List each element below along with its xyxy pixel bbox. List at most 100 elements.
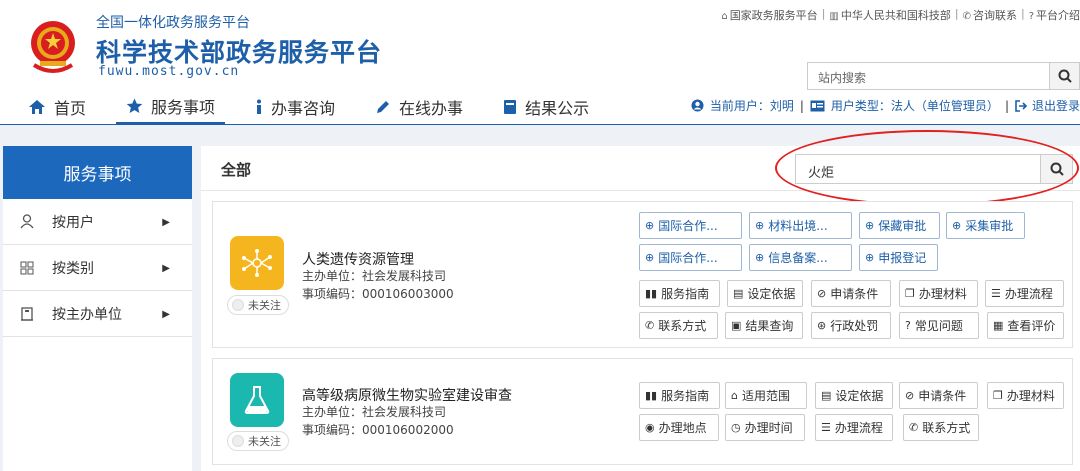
home-icon <box>29 100 45 114</box>
action-chip-label: 办理材料 <box>1006 389 1055 403</box>
circle-arrow-icon: ⊕ <box>865 219 875 232</box>
id-card-icon <box>810 100 825 111</box>
action-chip[interactable]: ⊘ 申请条件 <box>811 280 891 307</box>
action-chip[interactable]: ⊕ 申报登记 <box>859 244 938 271</box>
action-chip[interactable]: ? 常见问题 <box>899 312 979 339</box>
flask-icon <box>230 373 284 427</box>
search-icon <box>1058 69 1072 83</box>
action-chip[interactable]: ☰ 办理流程 <box>985 280 1064 307</box>
nav-services[interactable]: 服务事项 <box>116 90 226 124</box>
action-chip-label: 设定依据 <box>835 389 884 403</box>
action-chip-label: 适用范围 <box>741 389 790 403</box>
building-icon <box>21 306 33 321</box>
phone-icon: ✆ <box>962 11 971 22</box>
circle-arrow-icon: ⊕ <box>755 251 765 264</box>
follow-toggle[interactable]: 未关注 <box>227 295 289 315</box>
header: 全国一体化政务服务平台 科学技术部政务服务平台 fuwu.most.gov.cn… <box>0 0 1080 125</box>
site-domain: fuwu.most.gov.cn <box>98 64 240 79</box>
logout-link[interactable]: 退出登录 <box>1015 97 1080 114</box>
circle-arrow-icon: ⊕ <box>645 219 655 232</box>
home-icon: ⌂ <box>721 11 728 22</box>
circle-arrow-icon: ⊕ <box>645 251 655 264</box>
sidebar-item-by-category[interactable]: 按类别 ▶ <box>3 245 192 291</box>
action-chip[interactable]: ▣ 结果查询 <box>725 312 803 339</box>
copy-icon: ❐ <box>993 389 1003 402</box>
action-chip[interactable]: ⊛ 行政处罚 <box>811 312 891 339</box>
follow-toggle[interactable]: 未关注 <box>227 431 289 451</box>
action-chip[interactable]: ✆ 联系方式 <box>903 414 979 441</box>
action-chip[interactable]: ☰ 办理流程 <box>815 414 893 441</box>
action-chip-label: 行政处罚 <box>830 319 879 333</box>
action-chip[interactable]: ◷ 办理时间 <box>725 414 805 441</box>
site-search-button[interactable] <box>1049 63 1079 89</box>
main-nav: 首页 服务事项 办事咨询 在线办事 结果公示 <box>18 90 619 124</box>
service-title[interactable]: 人类遗传资源管理 <box>302 249 414 269</box>
action-chip[interactable]: ❐ 办理材料 <box>987 382 1064 409</box>
receipt-icon: ▣ <box>731 319 742 332</box>
top-link-most[interactable]: ▥ 中华人民共和国科技部 <box>829 7 950 23</box>
service-code: 事项编码：000106003000 <box>302 287 454 301</box>
nav-consult[interactable]: 办事咨询 <box>245 90 345 124</box>
action-chip-label: 保藏审批 <box>878 219 927 233</box>
action-chip[interactable]: ⊕ 采集审批 <box>946 212 1025 239</box>
service-title[interactable]: 高等级病原微生物实验室建设审查 <box>302 385 512 405</box>
action-chip-label: 申请条件 <box>830 287 879 301</box>
site-subtitle: 全国一体化政务服务平台 <box>96 15 250 31</box>
action-chip[interactable]: ◉ 办理地点 <box>639 414 719 441</box>
action-chip[interactable]: ⊕ 材料出境... <box>749 212 852 239</box>
action-chip[interactable]: ⊕ 保藏审批 <box>859 212 940 239</box>
service-code: 事项编码：000106002000 <box>302 423 454 437</box>
book-open-icon: ▮▮ <box>645 389 658 402</box>
site-search[interactable]: 站内搜索 <box>807 62 1080 90</box>
action-chip[interactable]: ✆ 联系方式 <box>639 312 718 339</box>
action-chip-label: 办理流程 <box>1004 287 1053 301</box>
sidebar-item-by-org[interactable]: 按主办单位 ▶ <box>3 291 192 337</box>
top-link-national[interactable]: ⌂ 国家政务服务平台 <box>721 7 817 23</box>
help-circle-icon: ? <box>905 319 911 332</box>
clock-icon: ◷ <box>731 421 741 434</box>
action-chip[interactable]: ▦ 查看评价 <box>987 312 1064 339</box>
check-circle-icon: ⊘ <box>817 287 827 300</box>
action-chip[interactable]: ⌂ 适用范围 <box>725 382 807 409</box>
top-link-intro[interactable]: ? 平台介绍 <box>1029 7 1080 23</box>
top-link-contact[interactable]: ✆ 咨询联系 <box>963 7 1017 23</box>
action-chip-label: 办理流程 <box>834 421 883 435</box>
phone-icon: ✆ <box>645 319 655 332</box>
action-chip-label: 联系方式 <box>922 421 971 435</box>
toggle-knob <box>232 299 244 311</box>
circle-arrow-icon: ⊕ <box>865 251 875 264</box>
site-search-input[interactable]: 站内搜索 <box>818 69 866 86</box>
sidebar: 服务事项 按用户 ▶ 按类别 ▶ 按主办单位 ▶ <box>3 146 192 471</box>
nav-results[interactable]: 结果公示 <box>493 90 599 124</box>
list-icon: ☰ <box>821 421 831 434</box>
sidebar-item-by-user[interactable]: 按用户 ▶ <box>3 199 192 245</box>
action-chip-label: 办理地点 <box>658 421 707 435</box>
action-chip-label: 办理材料 <box>918 287 967 301</box>
national-emblem-icon <box>31 21 75 73</box>
nav-home[interactable]: 首页 <box>18 90 96 124</box>
action-chip[interactable]: ⊘ 申请条件 <box>899 382 978 409</box>
book-open-icon: ▮▮ <box>645 287 658 300</box>
service-org: 主办单位：社会发展科技司 <box>302 405 447 419</box>
action-chip[interactable]: ⊕ 国际合作... <box>639 212 742 239</box>
filter-label[interactable]: 全部 <box>221 159 251 180</box>
caret-right-icon: ▶ <box>162 309 170 320</box>
action-chip[interactable]: ▮▮ 服务指南 <box>639 280 720 307</box>
action-chip[interactable]: ⊕ 信息备案... <box>749 244 852 271</box>
header-divider <box>0 124 1080 125</box>
nav-online[interactable]: 在线办事 <box>365 90 473 124</box>
action-chip-label: 结果查询 <box>745 319 794 333</box>
action-chip[interactable]: ▤ 设定依据 <box>727 280 803 307</box>
info-icon <box>257 99 262 114</box>
action-chip-label: 设定依据 <box>747 287 796 301</box>
action-chip[interactable]: ▮▮ 服务指南 <box>639 382 720 409</box>
action-chip[interactable]: ❐ 办理材料 <box>899 280 978 307</box>
top-links: ⌂ 国家政务服务平台 | ▥ 中华人民共和国科技部 | ✆ 咨询联系 | ? 平台介绍 <box>721 7 1080 23</box>
action-chip[interactable]: ⊕ 国际合作... <box>639 244 742 271</box>
action-chip[interactable]: ▤ 设定依据 <box>815 382 893 409</box>
caret-right-icon: ▶ <box>162 217 170 228</box>
clipboard-icon: ▦ <box>993 319 1004 332</box>
action-chip-label: 信息备案... <box>768 251 828 265</box>
molecule-icon <box>230 236 284 290</box>
sidebar-title: 服务事项 <box>3 146 192 199</box>
